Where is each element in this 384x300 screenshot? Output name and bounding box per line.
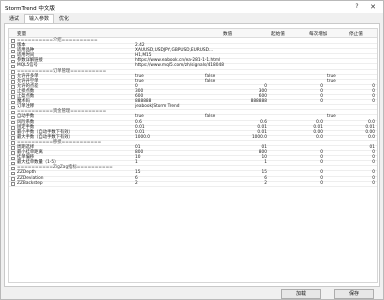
row-checkbox[interactable] <box>11 110 15 115</box>
param-stop[interactable]: 0 <box>323 89 375 95</box>
row-checkbox[interactable] <box>11 161 15 166</box>
header-start[interactable]: 起始值 <box>271 31 285 37</box>
row-checkbox[interactable] <box>11 182 15 186</box>
param-stop[interactable]: 0 <box>323 176 375 182</box>
param-start[interactable]: 01 <box>199 145 267 151</box>
param-start[interactable]: 888888 <box>199 100 267 105</box>
header-step[interactable]: 每次增加 <box>309 31 327 37</box>
row-checkbox[interactable] <box>11 171 15 176</box>
param-stop[interactable]: 0 <box>323 181 375 187</box>
row-checkbox[interactable] <box>11 136 15 140</box>
param-step[interactable]: 0 <box>267 181 323 187</box>
row-checkbox[interactable] <box>11 125 15 130</box>
param-value[interactable]: 2 <box>135 181 138 187</box>
row-checkbox[interactable] <box>11 120 15 125</box>
param-start[interactable]: false <box>205 79 273 85</box>
ea-properties-window: StormTrend 中文版 ? ✕ 通试 输入参数 优化 变量 数值 起始值 … <box>0 0 384 300</box>
row-checkbox[interactable] <box>11 54 15 59</box>
param-start[interactable]: 6 <box>199 176 267 182</box>
row-checkbox[interactable] <box>11 115 15 120</box>
row-checkbox[interactable] <box>11 141 15 145</box>
param-name: ZZBackstep <box>17 180 43 186</box>
title-bar: StormTrend 中文版 ? ✕ <box>1 1 383 13</box>
param-step[interactable]: 0.00 <box>267 130 323 136</box>
row-checkbox[interactable] <box>11 156 15 161</box>
param-step[interactable]: 0 <box>267 176 323 182</box>
param-stop[interactable]: 0 <box>323 84 375 90</box>
row-checkbox[interactable] <box>11 151 15 156</box>
param-start[interactable]: 800 <box>199 150 267 156</box>
param-step[interactable]: 0 <box>267 84 323 90</box>
param-step[interactable]: 0 <box>267 94 323 100</box>
load-button[interactable]: 加载 <box>281 289 321 299</box>
param-step[interactable]: 0 <box>267 161 323 166</box>
row-checkbox[interactable] <box>11 166 15 171</box>
row-checkbox[interactable] <box>11 64 15 69</box>
param-stop[interactable]: true <box>327 79 377 85</box>
param-start[interactable]: false <box>205 74 273 80</box>
param-stop[interactable]: 0 <box>323 156 375 161</box>
param-start[interactable]: 300 <box>199 89 267 95</box>
param-step[interactable]: 0 <box>267 171 323 176</box>
row-checkbox[interactable] <box>11 95 15 100</box>
param-start[interactable]: 1000.0 <box>199 135 267 141</box>
param-value[interactable]: jeabook|Storm Trend <box>135 105 179 110</box>
table-row[interactable]: ZZBackstep 2 2 0 0 <box>9 180 377 187</box>
save-button[interactable]: 保存 <box>334 289 374 299</box>
window-title: StormTrend 中文版 <box>5 6 55 12</box>
row-checkbox[interactable] <box>11 39 15 43</box>
param-step[interactable]: 0 <box>267 150 323 156</box>
table-header: 变量 数值 起始值 每次增加 停止值 <box>9 29 377 38</box>
param-step[interactable]: 0 <box>267 156 323 161</box>
param-step[interactable]: 0 <box>267 100 323 105</box>
row-checkbox[interactable] <box>11 100 15 105</box>
tab-common[interactable]: 通试 <box>4 14 24 23</box>
param-start[interactable]: 0 <box>199 84 267 90</box>
param-stop[interactable]: 0 <box>323 161 375 166</box>
row-checkbox[interactable] <box>11 146 15 150</box>
row-checkbox[interactable] <box>11 49 15 54</box>
param-stop[interactable]: 0.0 <box>323 135 375 141</box>
row-checkbox[interactable] <box>11 131 15 135</box>
param-value[interactable]: 1000.0 <box>135 135 150 141</box>
param-stop[interactable]: 0 <box>323 150 375 156</box>
header-stop[interactable]: 停止值 <box>349 31 363 37</box>
header-value[interactable]: 数值 <box>223 31 232 37</box>
row-checkbox[interactable] <box>11 44 15 49</box>
param-step[interactable]: 0.0 <box>267 135 323 141</box>
row-checkbox[interactable] <box>11 75 15 79</box>
param-value[interactable]: 1 <box>135 161 138 166</box>
param-stop[interactable]: 0 <box>323 94 375 100</box>
param-start[interactable]: 2 <box>199 181 267 187</box>
param-name: ==========介绍========== <box>17 38 98 43</box>
row-checkbox[interactable] <box>11 85 15 89</box>
param-start[interactable]: 10 <box>199 156 267 161</box>
param-stop[interactable]: 01 <box>323 145 375 151</box>
help-button[interactable]: ? <box>353 3 361 11</box>
param-start[interactable]: 1 <box>199 161 267 166</box>
row-checkbox[interactable] <box>11 59 15 64</box>
tab-optimization[interactable]: 优化 <box>54 14 74 23</box>
parameters-table: 变量 数值 起始值 每次增加 停止值 ==========介绍=========… <box>8 28 378 283</box>
param-value[interactable]: https://www.mql5.com/zh/signals/418048 <box>135 64 224 69</box>
param-stop[interactable]: 0 <box>323 100 375 105</box>
row-checkbox[interactable] <box>11 176 15 181</box>
table-body: ==========介绍========== 版本 2.42 适用品种 XAUUSD,U… <box>9 38 377 187</box>
row-checkbox[interactable] <box>11 105 15 110</box>
close-button[interactable]: ✕ <box>369 3 377 11</box>
param-stop[interactable]: 0 <box>323 171 375 176</box>
row-checkbox[interactable] <box>11 69 15 74</box>
inputs-panel: 变量 数值 起始值 每次增加 停止值 ==========介绍=========… <box>4 23 380 287</box>
param-step[interactable]: 0 <box>267 89 323 95</box>
row-checkbox[interactable] <box>11 90 15 94</box>
header-variable[interactable]: 变量 <box>17 31 26 37</box>
row-checkbox[interactable] <box>11 80 15 84</box>
param-start[interactable]: 15 <box>199 171 267 176</box>
